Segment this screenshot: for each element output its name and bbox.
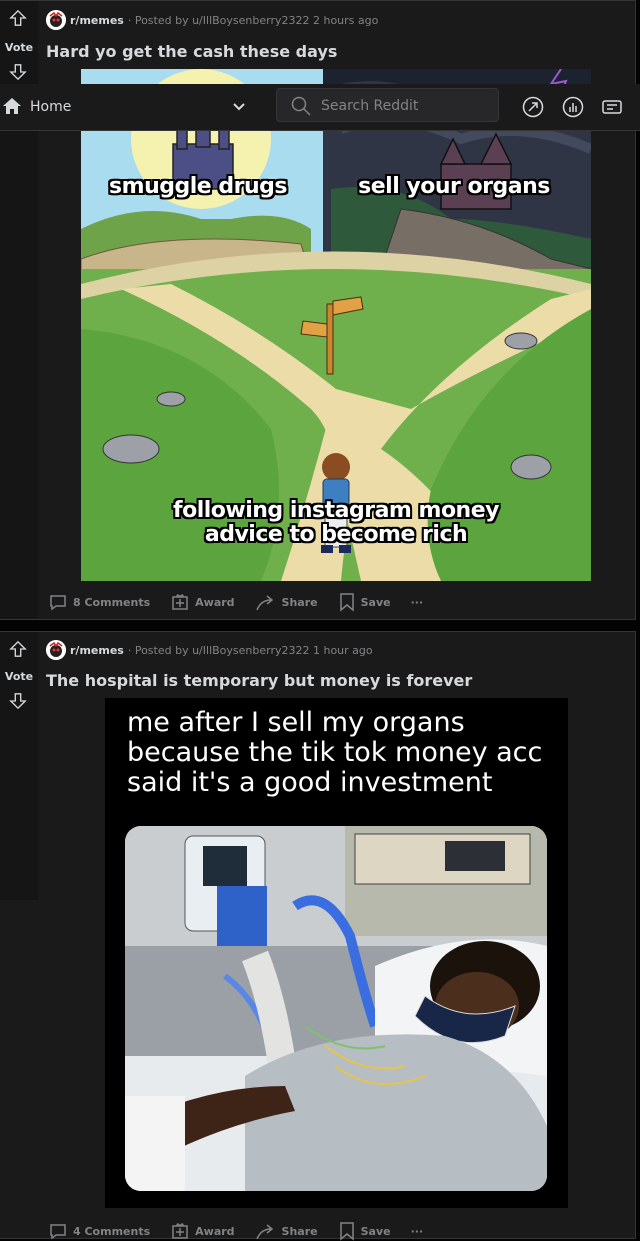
meme-caption-bottom-line2: advice to become rich (204, 522, 468, 547)
subreddit-icon (46, 10, 66, 30)
award-icon (172, 1223, 188, 1239)
post-title[interactable]: The hospital is temporary but money is f… (46, 671, 472, 690)
comment-icon (50, 1224, 66, 1240)
save-label: Save (360, 1224, 391, 1238)
comments-button[interactable]: 4 Comments (48, 1221, 150, 1241)
meme-caption-line1: me after I sell my organs (127, 707, 465, 738)
save-button[interactable]: Save (338, 592, 391, 612)
upvote-icon[interactable] (9, 640, 27, 658)
post-title[interactable]: Hard yo get the cash these days (46, 42, 337, 61)
meme-caption: me after I sell my organs because the ti… (127, 708, 557, 798)
search-input[interactable]: Search Reddit (276, 88, 499, 122)
more-options-icon: ··· (410, 1224, 424, 1238)
bookmark-icon (339, 1222, 354, 1241)
meme-caption-line3: said it's a good investment (127, 767, 493, 798)
post-actions: 4 Comments Award Share Save ··· (48, 1221, 443, 1241)
comment-icon (50, 595, 66, 611)
downvote-icon[interactable] (9, 63, 27, 81)
save-label: Save (360, 595, 391, 609)
vote-count: Vote (4, 670, 34, 683)
post-time: 2 hours ago (312, 13, 379, 27)
post-meta: r/memes · Posted by u/IllBoysenberry2322… (46, 640, 373, 660)
meme-image[interactable]: smuggle drugs sell your organs following… (81, 69, 591, 581)
meme-caption-left: smuggle drugs (109, 174, 287, 199)
search-icon (291, 96, 311, 116)
subreddit-link[interactable]: r/memes (70, 14, 124, 27)
award-icon (172, 594, 188, 610)
home-label[interactable]: Home (30, 99, 71, 115)
award-button[interactable]: Award (170, 592, 235, 612)
subreddit-icon (46, 640, 66, 660)
share-label: Share (281, 595, 318, 609)
save-button[interactable]: Save (338, 1221, 391, 1241)
downvote-icon[interactable] (9, 692, 27, 710)
reddit-top-bar: Home Search Reddit (0, 84, 640, 131)
share-button[interactable]: Share (255, 592, 318, 612)
more-options-icon: ··· (410, 595, 424, 609)
coins-icon[interactable] (601, 96, 625, 118)
posted-by[interactable]: · Posted by u/IllBoysenberry2322 (128, 644, 310, 657)
chevron-down-icon[interactable] (232, 100, 246, 114)
vote-count: Vote (4, 41, 34, 54)
stats-icon[interactable] (562, 96, 584, 118)
share-icon (255, 1224, 273, 1240)
share-button[interactable]: Share (255, 1221, 318, 1241)
meme-image[interactable]: me after I sell my organs because the ti… (105, 698, 568, 1208)
post-time: 1 hour ago (312, 643, 373, 657)
more-options-button[interactable]: ··· (411, 596, 424, 609)
meme-caption-bottom-line1: following instagram money (173, 498, 499, 523)
bookmark-icon (339, 593, 354, 612)
hospital-photo (125, 826, 547, 1191)
home-icon[interactable] (2, 96, 22, 116)
hospital-scene (125, 826, 547, 1191)
more-options-button[interactable]: ··· (411, 1225, 424, 1238)
search-placeholder: Search Reddit (321, 98, 419, 114)
vote-column: Vote (0, 632, 38, 900)
subreddit-link[interactable]: r/memes (70, 644, 124, 657)
share-label: Share (281, 1224, 318, 1238)
post-actions: 8 Comments Award Share Save ··· (48, 592, 443, 612)
post-meta: r/memes · Posted by u/IllBoysenberry2322… (46, 10, 378, 30)
share-icon (255, 595, 273, 611)
award-label: Award (195, 595, 235, 609)
posted-by[interactable]: · Posted by u/IllBoysenberry2322 (128, 14, 310, 27)
award-label: Award (195, 1224, 235, 1238)
meme-caption-bottom: following instagram money advice to beco… (111, 499, 561, 547)
meme-caption-line2: because the tik tok money acc (127, 737, 543, 768)
comments-button[interactable]: 8 Comments (48, 592, 150, 612)
meme-caption-right: sell your organs (358, 174, 550, 199)
comments-label: 8 Comments (73, 595, 151, 609)
comments-label: 4 Comments (73, 1224, 151, 1238)
upvote-icon[interactable] (9, 9, 27, 27)
popular-icon[interactable] (522, 96, 544, 118)
award-button[interactable]: Award (170, 1221, 235, 1241)
